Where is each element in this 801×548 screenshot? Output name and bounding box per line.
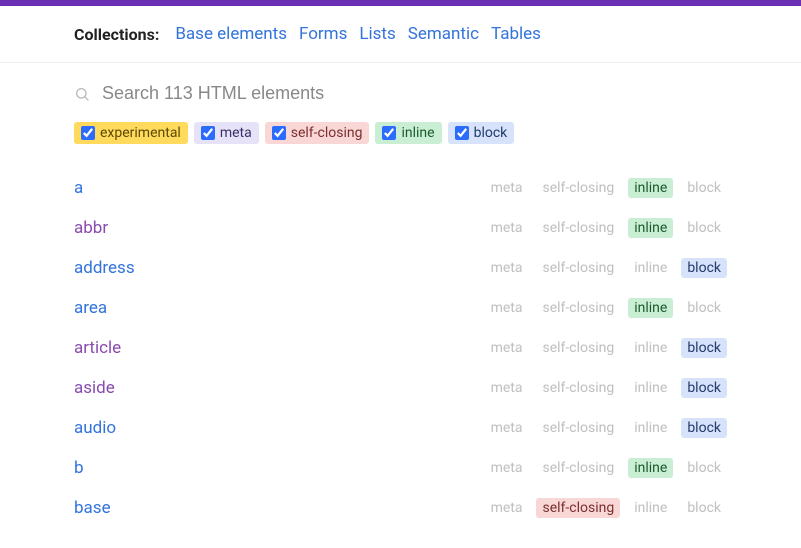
filter-block[interactable]: block [448,122,515,144]
element-link-b[interactable]: b [74,458,84,478]
badge-selfclosing: self-closing [536,298,620,318]
element-row: abbr meta self-closing inline block [74,208,727,248]
filter-checkbox-experimental[interactable] [81,126,95,140]
badge-block: block [681,298,727,318]
element-link-a[interactable]: a [74,178,83,198]
badge-selfclosing: self-closing [536,378,620,398]
badge-selfclosing: self-closing [536,258,620,278]
element-row: a meta self-closing inline block [74,168,727,208]
badge-meta: meta [485,298,529,318]
search-row [74,83,727,104]
badge-meta: meta [485,218,529,238]
badge-block: block [681,498,727,518]
badge-block: block [681,258,727,278]
element-row: aside meta self-closing inline block [74,368,727,408]
filter-label-inline: inline [401,125,434,141]
badge-meta: meta [485,338,529,358]
badge-meta: meta [485,498,529,518]
filter-checkbox-selfclosing[interactable] [272,126,286,140]
element-link-base[interactable]: base [74,498,111,518]
badge-group: meta self-closing inline block [485,218,727,238]
filter-label-selfclosing: self-closing [291,125,363,141]
element-list: a meta self-closing inline block abbr meta self… [74,168,727,528]
filter-inline[interactable]: inline [375,122,441,144]
badge-group: meta self-closing inline block [485,378,727,398]
badge-inline: inline [628,218,673,238]
badge-block: block [681,458,727,478]
element-link-abbr[interactable]: abbr [74,218,108,238]
badge-group: meta self-closing inline block [485,338,727,358]
badge-inline: inline [628,458,673,478]
main-content: experimentalmetaself-closinginlineblock … [0,63,801,548]
badge-selfclosing: self-closing [536,458,620,478]
badge-meta: meta [485,378,529,398]
badge-inline: inline [628,418,673,438]
badge-inline: inline [628,378,673,398]
badge-group: meta self-closing inline block [485,298,727,318]
search-icon [74,86,90,102]
badge-inline: inline [628,178,673,198]
badge-block: block [681,338,727,358]
badge-meta: meta [485,258,529,278]
header-bar: Collections: Base elements Forms Lists S… [0,6,801,63]
badge-selfclosing: self-closing [536,218,620,238]
badge-inline: inline [628,298,673,318]
search-input[interactable] [102,83,727,104]
nav-link-semantic[interactable]: Semantic [408,24,479,44]
filter-selfclosing[interactable]: self-closing [265,122,370,144]
badge-inline: inline [628,338,673,358]
badge-selfclosing: self-closing [536,418,620,438]
badge-block: block [681,378,727,398]
element-row: address meta self-closing inline block [74,248,727,288]
badge-group: meta self-closing inline block [485,498,727,518]
filter-label-meta: meta [220,125,252,141]
badge-block: block [681,178,727,198]
filter-label-block: block [474,125,508,141]
badge-meta: meta [485,178,529,198]
badge-selfclosing: self-closing [536,498,620,518]
collections-label: Collections: [74,25,159,44]
badge-meta: meta [485,418,529,438]
element-link-area[interactable]: area [74,298,107,318]
filter-checkbox-block[interactable] [455,126,469,140]
nav-link-lists[interactable]: Lists [359,24,395,44]
element-link-audio[interactable]: audio [74,418,116,438]
filter-checkbox-inline[interactable] [382,126,396,140]
filter-row: experimental meta self-closing inline block [74,122,727,144]
badge-group: meta self-closing inline block [485,458,727,478]
badge-selfclosing: self-closing [536,178,620,198]
filter-experimental[interactable]: experimental [74,122,188,144]
element-link-article[interactable]: article [74,338,121,358]
element-row: base meta self-closing inline block [74,488,727,528]
badge-block: block [681,218,727,238]
badge-inline: inline [628,258,673,278]
element-link-aside[interactable]: aside [74,378,115,398]
element-link-address[interactable]: address [74,258,135,278]
badge-group: meta self-closing inline block [485,258,727,278]
badge-selfclosing: self-closing [536,338,620,358]
badge-group: meta self-closing inline block [485,178,727,198]
nav-link-forms[interactable]: Forms [299,24,347,44]
element-row: area meta self-closing inline block [74,288,727,328]
badge-meta: meta [485,458,529,478]
element-row: b meta self-closing inline block [74,448,727,488]
filter-label-experimental: experimental [100,125,181,141]
element-row: article meta self-closing inline block [74,328,727,368]
badge-group: meta self-closing inline block [485,418,727,438]
element-row: audio meta self-closing inline block [74,408,727,448]
nav-link-tables[interactable]: Tables [491,24,541,44]
filter-checkbox-meta[interactable] [201,126,215,140]
badge-block: block [681,418,727,438]
filter-meta[interactable]: meta [194,122,259,144]
badge-inline: inline [628,498,673,518]
nav-link-base-elements[interactable]: Base elements [175,24,287,44]
